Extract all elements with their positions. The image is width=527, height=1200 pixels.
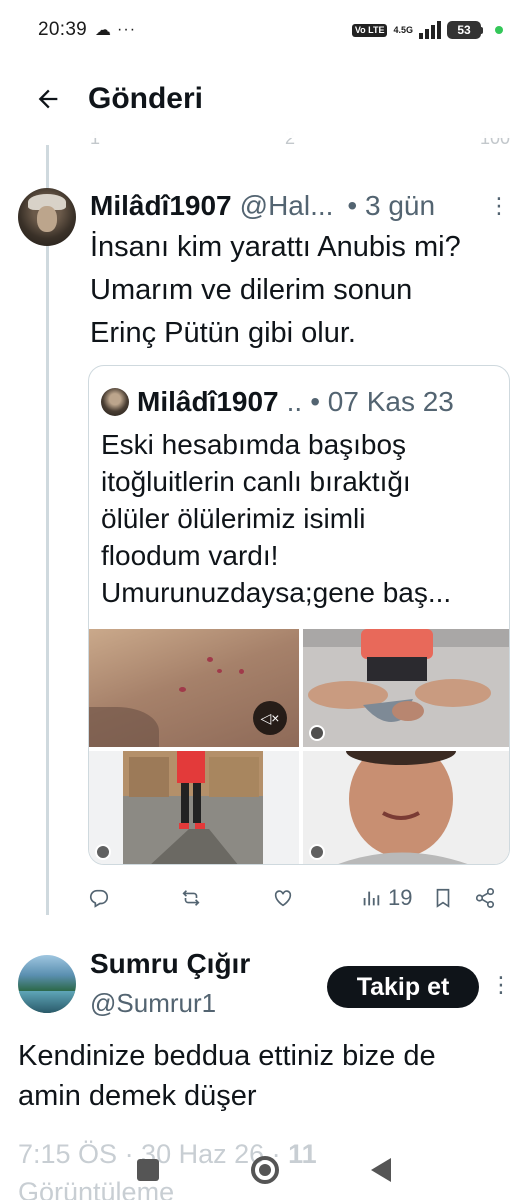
quote-avatar [101, 388, 129, 416]
bookmark-button[interactable] [432, 887, 454, 909]
quote-author-name: Milâdî1907 [137, 386, 279, 417]
alt-badge-icon [95, 844, 111, 860]
volte-badge: Vo LTE [351, 23, 388, 37]
system-navigation-bar [0, 1140, 527, 1200]
thread-connector-line [46, 145, 49, 915]
tweet-header: Milâdî1907 @Hal... • 3 gün ⋮ [90, 190, 510, 222]
recent-apps-icon[interactable] [136, 1159, 159, 1181]
back-icon[interactable] [370, 1158, 391, 1182]
heart-icon [274, 890, 292, 907]
author-handle[interactable]: @Sumrur1 [90, 988, 216, 1019]
network-type: 4.5G [393, 24, 413, 35]
avatar[interactable] [18, 955, 76, 1013]
share-button[interactable] [474, 887, 496, 909]
author-name[interactable]: Sumru Çığır [90, 948, 250, 980]
follow-button[interactable]: Takip et [327, 966, 479, 1008]
cloud-icon: ☁ [95, 22, 112, 39]
top-app-bar: Gönderi [0, 60, 527, 138]
page-title: Gönderi [88, 82, 204, 115]
media-photo[interactable] [303, 629, 509, 747]
bookmark-icon [437, 888, 450, 908]
quote-header: Milâdî1907 .. • 07 Kas 23 [101, 386, 501, 418]
views-count: 19 [388, 885, 413, 910]
tweet-time[interactable]: • 3 gün [347, 190, 435, 222]
battery-icon: 53 [447, 21, 483, 39]
home-icon[interactable] [250, 1156, 279, 1184]
avatar[interactable] [18, 188, 76, 246]
status-time: 20:39 [38, 19, 88, 40]
media-photo[interactable] [303, 751, 509, 864]
share-icon [476, 888, 495, 908]
quote-time: • 07 Kas 23 [310, 386, 454, 417]
retweet-icon [182, 890, 200, 906]
privacy-indicator-icon [495, 26, 503, 34]
views-icon [363, 891, 380, 906]
signal-icon [419, 21, 441, 39]
reply-button[interactable] [88, 887, 110, 909]
reply-icon [89, 889, 109, 908]
author-name[interactable]: Milâdî1907 [90, 190, 232, 222]
more-options-icon[interactable]: ⋮ [488, 193, 510, 219]
more-options-icon[interactable]: ⋮ [490, 972, 512, 998]
tweet-text: İnsanı kim yarattı Anubis mi? Umarım ve … [90, 231, 461, 349]
like-button[interactable] [272, 887, 294, 909]
alt-badge-icon [309, 844, 325, 860]
media-photo[interactable] [89, 751, 299, 864]
quoted-tweet-card[interactable]: Milâdî1907 .. • 07 Kas 23 Eski hesabımda… [88, 365, 510, 865]
views-button[interactable]: 19 [360, 885, 412, 911]
tweet-actions: 19 [88, 884, 508, 912]
back-arrow-icon[interactable] [32, 83, 64, 115]
quote-text: Eski hesabımda başıboş itoğluitlerin can… [101, 429, 452, 608]
status-bar: 20:39 ☁ ··· Vo LTE 4.5G 53 [0, 0, 527, 60]
more-notifications-icon: ··· [117, 21, 137, 38]
media-video[interactable]: ◁× [89, 629, 299, 747]
retweet-button[interactable] [180, 887, 202, 909]
alt-badge-icon [309, 725, 325, 741]
quote-author-handle: .. [286, 386, 303, 417]
media-grid: ◁× [89, 629, 509, 864]
author-handle[interactable]: @Hal... [240, 190, 334, 222]
mute-icon[interactable]: ◁× [253, 701, 287, 735]
tweet-text: Kendinize beddua ettiniz bize de amin de… [18, 1040, 436, 1112]
